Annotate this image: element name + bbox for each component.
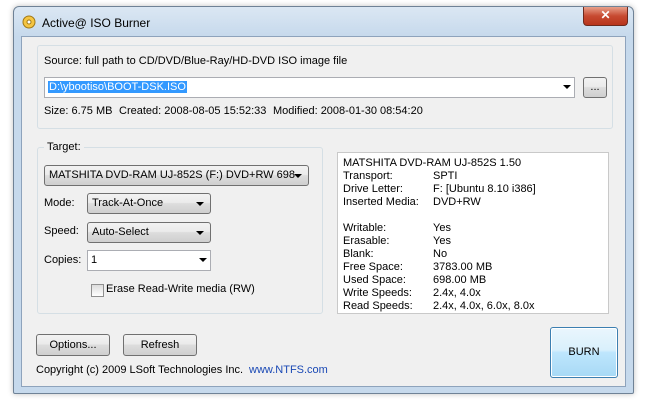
app-window: Active@ ISO Burner ✕ Source: full path t… bbox=[13, 6, 634, 394]
speed-label: Speed: bbox=[44, 225, 79, 237]
chevron-down-icon bbox=[294, 174, 302, 178]
info-value: Yes bbox=[433, 235, 451, 247]
copies-value: 1 bbox=[91, 254, 98, 266]
copies-label: Copies: bbox=[44, 254, 82, 266]
source-label: Source: full path to CD/DVD/Blue-Ray/HD-… bbox=[44, 55, 348, 67]
info-value: Yes bbox=[433, 222, 451, 234]
close-icon: ✕ bbox=[600, 8, 611, 22]
chevron-down-icon bbox=[196, 231, 204, 235]
chevron-down-icon bbox=[196, 202, 204, 206]
chevron-down-icon[interactable] bbox=[563, 85, 571, 89]
info-value: F: [Ubuntu 8.10 i386] bbox=[433, 183, 536, 195]
info-key: Writable: bbox=[343, 222, 387, 234]
info-header: MATSHITA DVD-RAM UJ-852S 1.50 bbox=[343, 157, 522, 169]
iso-path-combo[interactable]: D:\ybootiso\BOOT-DSK.ISO bbox=[44, 77, 575, 98]
info-key: Free Space: bbox=[343, 261, 403, 273]
info-value: 2.4x, 4.0x, 6.0x, 8.0x bbox=[433, 300, 535, 312]
info-value: 698.00 MB bbox=[433, 274, 487, 286]
copies-combo[interactable]: 1 bbox=[87, 250, 211, 271]
close-button[interactable]: ✕ bbox=[583, 7, 628, 26]
dialog-client: Source: full path to CD/DVD/Blue-Ray/HD-… bbox=[21, 36, 626, 387]
device-value: MATSHITA DVD-RAM UJ-852S (F:) DVD+RW 698 bbox=[49, 169, 296, 181]
iso-created: Created: 2008-08-05 15:52:33 bbox=[119, 105, 267, 117]
burn-button[interactable]: BURN bbox=[550, 327, 618, 378]
chevron-down-icon bbox=[199, 258, 207, 262]
info-value: DVD+RW bbox=[433, 196, 481, 208]
refresh-label: Refresh bbox=[140, 339, 180, 351]
info-key: Drive Letter: bbox=[343, 183, 403, 195]
options-button[interactable]: Options... bbox=[36, 334, 110, 356]
mode-value: Track-At-Once bbox=[92, 197, 164, 209]
info-value: 3783.00 MB bbox=[433, 261, 493, 273]
info-value: SPTI bbox=[433, 170, 458, 182]
mode-label: Mode: bbox=[44, 197, 75, 209]
iso-modified: Modified: 2008-01-30 08:54:20 bbox=[273, 105, 423, 117]
erase-label[interactable]: Erase Read-Write media (RW) bbox=[106, 283, 255, 295]
options-label: Options... bbox=[49, 339, 97, 351]
info-key: Transport: bbox=[343, 170, 393, 182]
mode-select[interactable]: Track-At-Once bbox=[87, 193, 211, 214]
info-value: No bbox=[433, 248, 448, 260]
device-info-panel: MATSHITA DVD-RAM UJ-852S 1.50 Transport:… bbox=[337, 152, 609, 314]
info-value: 2.4x, 4.0x bbox=[433, 287, 481, 299]
speed-value: Auto-Select bbox=[92, 226, 149, 238]
title-bar[interactable]: Active@ ISO Burner ✕ bbox=[14, 7, 633, 35]
iso-size: Size: 6.75 MB bbox=[44, 105, 113, 117]
window-title: Active@ ISO Burner bbox=[42, 16, 151, 30]
info-key: Erasable: bbox=[343, 235, 390, 247]
refresh-button[interactable]: Refresh bbox=[123, 334, 197, 356]
app-icon bbox=[22, 15, 36, 29]
device-select[interactable]: MATSHITA DVD-RAM UJ-852S (F:) DVD+RW 698 bbox=[44, 165, 309, 186]
info-key: Used Space: bbox=[343, 274, 406, 286]
iso-path-value: D:\ybootiso\BOOT-DSK.ISO bbox=[48, 81, 187, 93]
info-key: Read Speeds: bbox=[343, 300, 413, 312]
erase-checkbox[interactable] bbox=[91, 284, 104, 297]
website-link[interactable]: www.NTFS.com bbox=[249, 364, 328, 376]
copyright-text: Copyright (c) 2009 LSoft Technologies In… bbox=[36, 364, 244, 376]
info-key: Blank: bbox=[343, 248, 374, 260]
browse-label: ... bbox=[590, 81, 600, 93]
target-label: Target: bbox=[44, 141, 84, 153]
browse-button[interactable]: ... bbox=[583, 77, 607, 98]
speed-select[interactable]: Auto-Select bbox=[87, 222, 211, 243]
info-key: Write Speeds: bbox=[343, 287, 412, 299]
burn-label: BURN bbox=[568, 346, 600, 358]
info-key: Inserted Media: bbox=[343, 196, 419, 208]
